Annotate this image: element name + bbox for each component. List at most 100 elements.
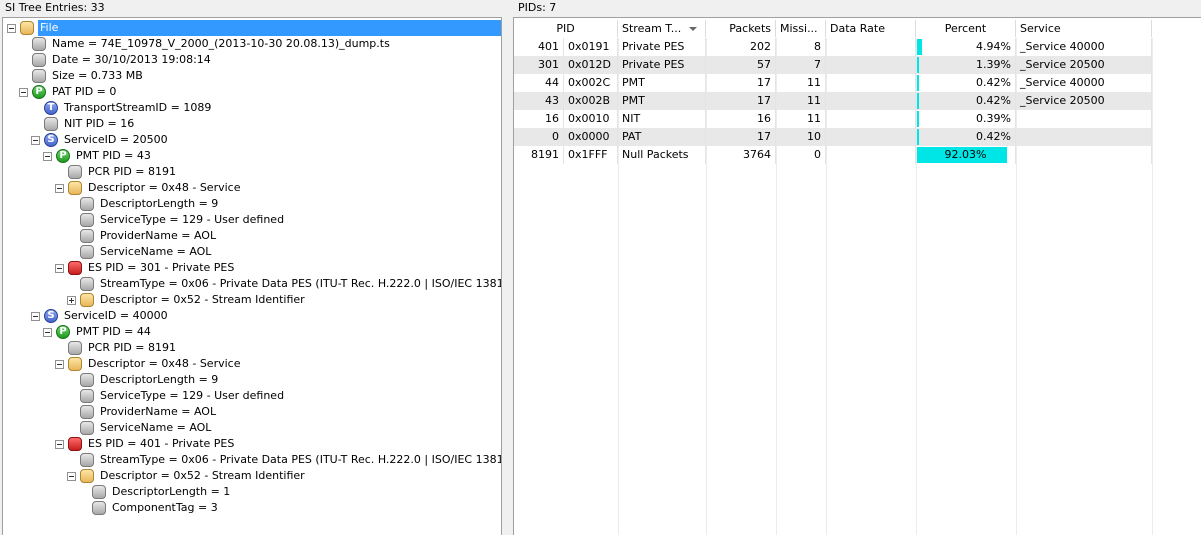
tree-node[interactable]: P PAT PID = 0 bbox=[19, 84, 118, 100]
percent-bar bbox=[917, 39, 922, 55]
folder-icon bbox=[68, 181, 82, 195]
tree-node[interactable]: NIT PID = 16 bbox=[31, 116, 136, 132]
folder-icon bbox=[80, 293, 94, 307]
tree-node-label: DescriptorLength = 9 bbox=[100, 197, 219, 210]
tree-node-label: TransportStreamID = 1089 bbox=[64, 101, 212, 114]
tree-node[interactable]: Name = 74E_10978_V_2000_(2013-10-30 20.0… bbox=[19, 36, 392, 52]
cell-percent: 0.42% bbox=[916, 92, 1016, 110]
cell-data-rate bbox=[826, 38, 916, 56]
tree-node[interactable]: Size = 0.733 MB bbox=[19, 68, 145, 84]
collapse-minus-icon[interactable] bbox=[55, 263, 64, 273]
collapse-minus-icon[interactable] bbox=[31, 311, 40, 321]
collapse-minus-icon[interactable] bbox=[55, 439, 64, 449]
cell-data-rate bbox=[826, 110, 916, 128]
percent-text: 4.94% bbox=[976, 40, 1011, 53]
tree-node[interactable]: File bbox=[7, 20, 501, 36]
transport-t-icon: T bbox=[44, 101, 58, 115]
column-header-packets[interactable]: Packets bbox=[706, 20, 776, 37]
tree-node[interactable]: ProviderName = AOL bbox=[67, 228, 218, 244]
tree-node[interactable]: ES PID = 301 - Private PES bbox=[55, 260, 236, 276]
tree-node[interactable]: ProviderName = AOL bbox=[67, 404, 218, 420]
tree-node[interactable]: ComponentTag = 3 bbox=[79, 500, 220, 516]
tree-node[interactable]: ES PID = 401 - Private PES bbox=[55, 436, 236, 452]
collapse-minus-icon[interactable] bbox=[31, 135, 40, 145]
collapse-minus-icon[interactable] bbox=[55, 359, 64, 369]
cell-missing: 8 bbox=[776, 38, 826, 56]
cell-stream-type: NIT bbox=[618, 110, 706, 128]
tree-node[interactable]: PCR PID = 8191 bbox=[55, 340, 178, 356]
tree-node[interactable]: ServiceName = AOL bbox=[67, 244, 213, 260]
tree-node[interactable]: Descriptor = 0x52 - Stream Identifier bbox=[67, 292, 307, 308]
pid-grid[interactable]: PID Stream T... Packets Missi... Data Ra… bbox=[513, 17, 1201, 535]
column-divider bbox=[1152, 38, 1153, 535]
table-row[interactable]: 8191 0x1FFF Null Packets 3764 0 92.03% bbox=[514, 146, 1152, 164]
tree-node-label: ES PID = 301 - Private PES bbox=[88, 261, 235, 274]
cell-pid-hex: 0x0191 bbox=[564, 38, 618, 56]
percent-text: 0.42% bbox=[976, 76, 1011, 89]
cell-missing: 11 bbox=[776, 110, 826, 128]
panel-splitter[interactable] bbox=[503, 0, 512, 535]
table-row[interactable]: 0 0x0000 PAT 17 10 0.42% bbox=[514, 128, 1152, 146]
tree-node[interactable]: ServiceType = 129 - User defined bbox=[67, 212, 286, 228]
cell-percent: 4.94% bbox=[916, 38, 1016, 56]
cell-data-rate bbox=[826, 56, 916, 74]
cell-packets: 57 bbox=[706, 56, 776, 74]
tree-node[interactable]: Descriptor = 0x48 - Service bbox=[55, 356, 242, 372]
cell-percent: 0.39% bbox=[916, 110, 1016, 128]
cell-percent: 92.03% bbox=[916, 146, 1016, 164]
column-header-percent[interactable]: Percent bbox=[916, 20, 1016, 37]
gray-node-icon bbox=[80, 213, 94, 227]
table-row[interactable]: 301 0x012D Private PES 57 7 1.39% _Service 205… bbox=[514, 56, 1152, 74]
tree-node[interactable]: ServiceName = AOL bbox=[67, 420, 213, 436]
cell-data-rate bbox=[826, 92, 916, 110]
tree-node[interactable]: P PMT PID = 43 bbox=[43, 148, 153, 164]
es-red-icon bbox=[68, 437, 82, 451]
pids-header: PIDs: 7 bbox=[518, 1, 557, 14]
tree-node[interactable]: StreamType = 0x06 - Private Data PES (IT… bbox=[67, 452, 501, 468]
collapse-minus-icon[interactable] bbox=[19, 87, 28, 97]
collapse-minus-icon[interactable] bbox=[7, 23, 16, 33]
tree-node[interactable]: S ServiceID = 40000 bbox=[31, 308, 170, 324]
tree-node[interactable]: P PMT PID = 44 bbox=[43, 324, 153, 340]
cell-pid-hex: 0x0000 bbox=[564, 128, 618, 146]
column-header-missing[interactable]: Missi... bbox=[776, 20, 826, 37]
service-s-icon: S bbox=[44, 309, 58, 323]
si-tree-view[interactable]: File Name = 74E_10978_V_2000_(2013-10-30 … bbox=[2, 17, 502, 535]
column-header-service[interactable]: Service bbox=[1016, 20, 1152, 37]
tree-node[interactable]: PCR PID = 8191 bbox=[55, 164, 178, 180]
cell-percent: 0.42% bbox=[916, 128, 1016, 146]
gray-node-icon bbox=[68, 165, 82, 179]
folder-icon bbox=[80, 469, 94, 483]
column-header-stream-type[interactable]: Stream T... bbox=[618, 20, 706, 37]
table-row[interactable]: 16 0x0010 NIT 16 11 0.39% bbox=[514, 110, 1152, 128]
collapse-minus-icon[interactable] bbox=[55, 183, 64, 193]
tree-node[interactable]: Date = 30/10/2013 19:08:14 bbox=[19, 52, 213, 68]
column-header-pid[interactable]: PID bbox=[514, 20, 618, 37]
cell-packets: 202 bbox=[706, 38, 776, 56]
cell-pid-hex: 0x0010 bbox=[564, 110, 618, 128]
tree-node-label: ServiceID = 20500 bbox=[64, 133, 168, 146]
column-header-data-rate[interactable]: Data Rate bbox=[826, 20, 916, 37]
tree-node[interactable]: T TransportStreamID = 1089 bbox=[31, 100, 213, 116]
collapse-minus-icon[interactable] bbox=[43, 151, 52, 161]
collapse-minus-icon[interactable] bbox=[67, 471, 76, 481]
collapse-minus-icon[interactable] bbox=[43, 327, 52, 337]
tree-node[interactable]: DescriptorLength = 9 bbox=[67, 196, 220, 212]
table-row[interactable]: 44 0x002C PMT 17 11 0.42% _Service 40000 bbox=[514, 74, 1152, 92]
expand-plus-icon[interactable] bbox=[67, 295, 76, 305]
table-row[interactable]: 401 0x0191 Private PES 202 8 4.94% _Service 40… bbox=[514, 38, 1152, 56]
tree-node[interactable]: ServiceType = 129 - User defined bbox=[67, 388, 286, 404]
table-row[interactable]: 43 0x002B PMT 17 11 0.42% _Service 20500 bbox=[514, 92, 1152, 110]
tree-node[interactable]: DescriptorLength = 9 bbox=[67, 372, 220, 388]
tree-node[interactable]: DescriptorLength = 1 bbox=[79, 484, 232, 500]
tree-node[interactable]: S ServiceID = 20500 bbox=[31, 132, 170, 148]
tree-node[interactable]: Descriptor = 0x52 - Stream Identifier bbox=[67, 468, 307, 484]
gray-node-icon bbox=[80, 421, 94, 435]
cell-missing: 10 bbox=[776, 128, 826, 146]
cell-stream-type: PAT bbox=[618, 128, 706, 146]
tree-node-label: Name = 74E_10978_V_2000_(2013-10-30 20.0… bbox=[52, 37, 390, 50]
tree-node[interactable]: StreamType = 0x06 - Private Data PES (IT… bbox=[67, 276, 501, 292]
percent-text: 1.39% bbox=[976, 58, 1011, 71]
percent-bar bbox=[917, 57, 919, 73]
tree-node[interactable]: Descriptor = 0x48 - Service bbox=[55, 180, 242, 196]
